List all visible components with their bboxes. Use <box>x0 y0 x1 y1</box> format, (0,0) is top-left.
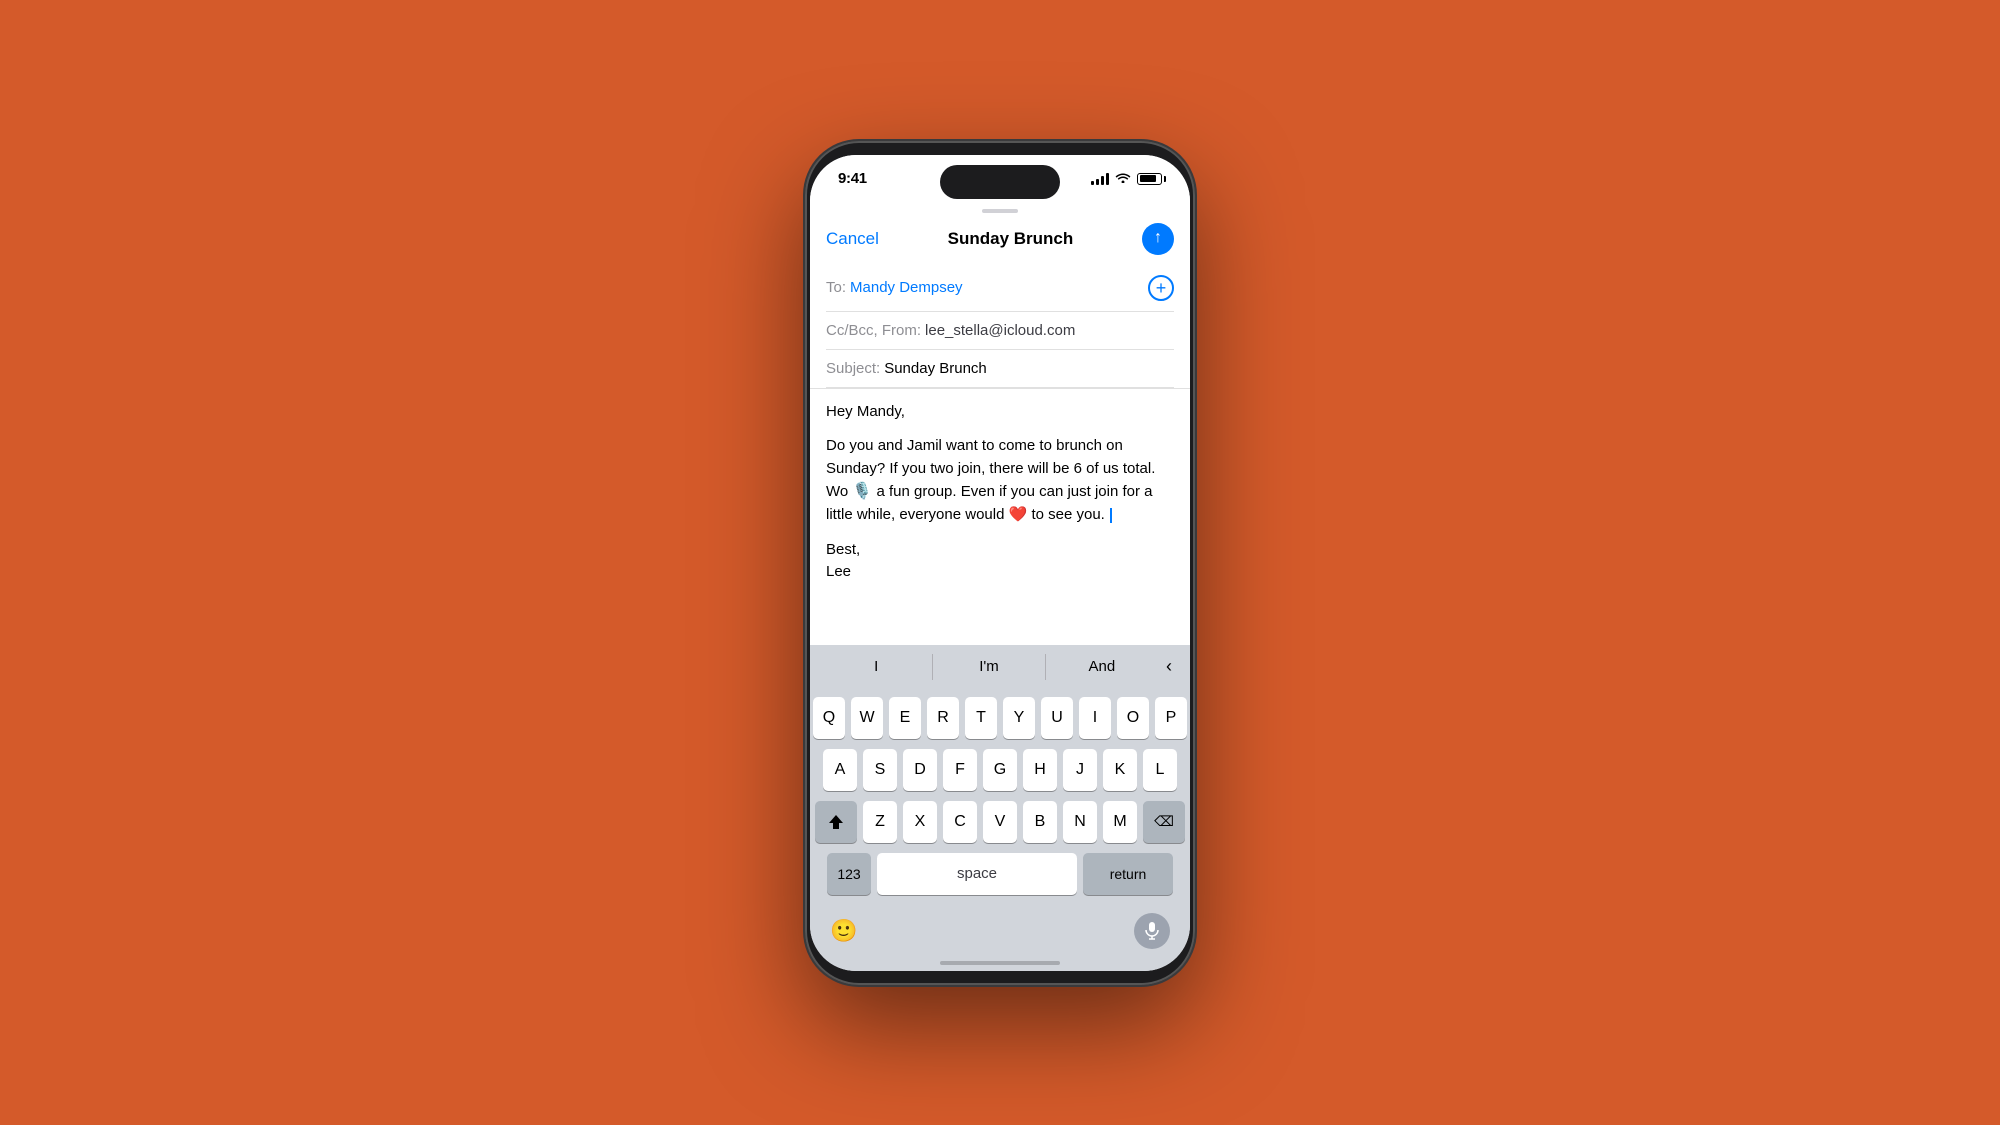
keyboard-row-3: Z X C V B N M ⌫ <box>814 801 1186 843</box>
text-cursor <box>1110 508 1112 523</box>
keyboard: Q W E R T Y U I O P A S D F G H J K <box>810 689 1190 911</box>
send-button[interactable]: ↑ <box>1142 223 1174 255</box>
key-A[interactable]: A <box>823 749 857 791</box>
cancel-button[interactable]: Cancel <box>826 229 879 249</box>
keyboard-row-4: 123 space return <box>814 853 1186 895</box>
compose-header: Cancel Sunday Brunch ↑ To: Mandy Dempsey… <box>810 213 1190 389</box>
key-L[interactable]: L <box>1143 749 1177 791</box>
key-Q[interactable]: Q <box>813 697 845 739</box>
key-J[interactable]: J <box>1063 749 1097 791</box>
to-field[interactable]: To: Mandy Dempsey + <box>826 265 1174 312</box>
add-recipient-button[interactable]: + <box>1148 275 1174 301</box>
body-text-part3: to see you. <box>1027 506 1109 523</box>
subject-value: Sunday Brunch <box>884 360 987 377</box>
key-C[interactable]: C <box>943 801 977 843</box>
email-body-paragraph: Do you and Jamil want to come to brunch … <box>826 435 1174 527</box>
key-Y[interactable]: Y <box>1003 697 1035 739</box>
key-B[interactable]: B <box>1023 801 1057 843</box>
delete-key[interactable]: ⌫ <box>1143 801 1185 843</box>
email-body-text[interactable]: Hey Mandy, Do you and Jamil want to come… <box>826 401 1174 584</box>
key-U[interactable]: U <box>1041 697 1073 739</box>
subject-label: Subject: <box>826 360 880 377</box>
space-key[interactable]: space <box>877 853 1077 895</box>
key-Z[interactable]: Z <box>863 801 897 843</box>
to-label: To: <box>826 279 846 296</box>
key-X[interactable]: X <box>903 801 937 843</box>
signature-line2: Lee <box>826 561 1174 584</box>
numbers-key[interactable]: 123 <box>827 853 871 895</box>
compose-title-row: Cancel Sunday Brunch ↑ <box>826 213 1174 265</box>
keyboard-row-1: Q W E R T Y U I O P <box>814 697 1186 739</box>
key-P[interactable]: P <box>1155 697 1187 739</box>
mic-icon-inline: 🎙️ <box>852 483 872 500</box>
send-arrow-icon: ↑ <box>1154 230 1162 246</box>
battery-icon <box>1137 173 1162 185</box>
compose-title: Sunday Brunch <box>948 229 1074 249</box>
cc-label: Cc/Bcc, From: <box>826 322 921 339</box>
key-S[interactable]: S <box>863 749 897 791</box>
return-key[interactable]: return <box>1083 853 1173 895</box>
key-O[interactable]: O <box>1117 697 1149 739</box>
email-signature: Best, Lee <box>826 539 1174 584</box>
predictive-item-1[interactable]: I <box>820 658 932 675</box>
dynamic-island <box>940 165 1060 199</box>
heart-emoji: ❤️ <box>1009 506 1028 523</box>
key-I[interactable]: I <box>1079 697 1111 739</box>
key-H[interactable]: H <box>1023 749 1057 791</box>
battery-fill <box>1140 175 1156 182</box>
wifi-icon <box>1115 171 1131 186</box>
key-E[interactable]: E <box>889 697 921 739</box>
key-M[interactable]: M <box>1103 801 1137 843</box>
key-N[interactable]: N <box>1063 801 1097 843</box>
key-W[interactable]: W <box>851 697 883 739</box>
emoji-button[interactable]: 🙂 <box>830 918 857 944</box>
mic-button[interactable] <box>1134 913 1170 949</box>
subject-field[interactable]: Subject: Sunday Brunch <box>826 350 1174 388</box>
key-V[interactable]: V <box>983 801 1017 843</box>
plus-icon: + <box>1156 279 1167 297</box>
keyboard-bottom-bar: 🙂 <box>810 911 1190 961</box>
key-D[interactable]: D <box>903 749 937 791</box>
cc-bcc-field[interactable]: Cc/Bcc, From: lee_stella@icloud.com <box>826 312 1174 350</box>
home-indicator <box>810 961 1190 971</box>
shift-key[interactable] <box>815 801 857 843</box>
keyboard-row-2: A S D F G H J K L <box>814 749 1186 791</box>
signature-line1: Best, <box>826 539 1174 562</box>
key-K[interactable]: K <box>1103 749 1137 791</box>
signal-bars-icon <box>1091 173 1109 185</box>
key-G[interactable]: G <box>983 749 1017 791</box>
predictive-item-3[interactable]: And <box>1046 658 1158 675</box>
email-greeting: Hey Mandy, <box>826 401 1174 424</box>
predictive-item-2[interactable]: I'm <box>933 658 1045 675</box>
key-R[interactable]: R <box>927 697 959 739</box>
phone-screen: 9:41 <box>810 155 1190 971</box>
key-T[interactable]: T <box>965 697 997 739</box>
key-F[interactable]: F <box>943 749 977 791</box>
predictive-bar: I I'm And ‹ <box>810 645 1190 689</box>
phone-device: 9:41 <box>805 141 1195 985</box>
home-bar <box>940 961 1060 965</box>
to-value[interactable]: Mandy Dempsey <box>850 279 1144 296</box>
predictive-back-button[interactable]: ‹ <box>1158 656 1180 677</box>
status-time: 9:41 <box>838 170 867 187</box>
status-icons <box>1091 171 1162 186</box>
email-body[interactable]: Hey Mandy, Do you and Jamil want to come… <box>810 389 1190 645</box>
cc-value: lee_stella@icloud.com <box>925 322 1075 339</box>
